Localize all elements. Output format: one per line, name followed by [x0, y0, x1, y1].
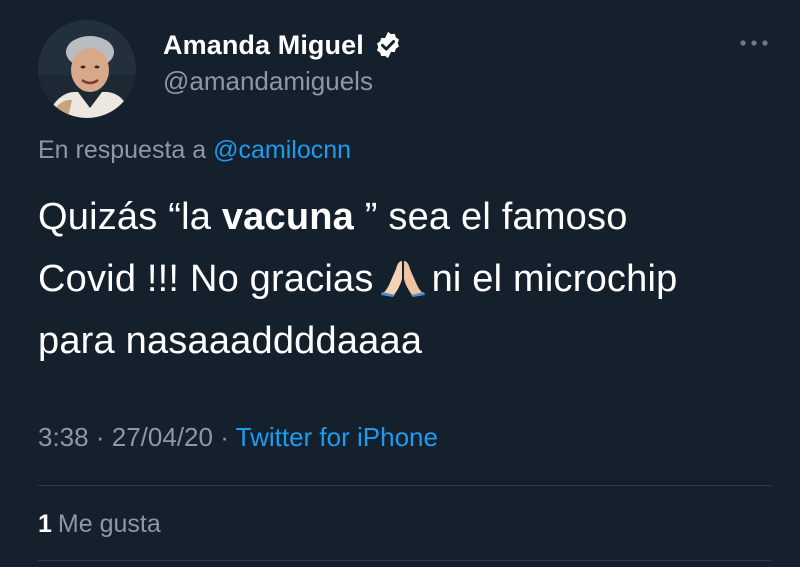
meta-separator: · [95, 422, 105, 452]
reply-context: En respuesta a @camilocnn [38, 136, 351, 165]
tweet-time[interactable]: 3:38 [38, 422, 89, 452]
tweet-metadata: 3:38 · 27/04/20 · Twitter for iPhone [38, 422, 438, 453]
divider [38, 560, 772, 561]
tweet-date[interactable]: 27/04/20 [112, 422, 213, 452]
divider [38, 485, 772, 486]
avatar[interactable] [38, 20, 136, 118]
likes-count: 1 [38, 510, 52, 538]
tweet-text-line1-start: Quizás “la [38, 196, 222, 238]
tweet-text-line1-end: ” sea el famoso [354, 196, 628, 238]
folded-hands-emoji-icon [380, 254, 426, 297]
tweet-card: Amanda Miguel @amandamiguels En respuest… [0, 0, 800, 567]
likes-row[interactable]: 1 Me gusta [38, 510, 161, 539]
author-name-row[interactable]: Amanda Miguel [163, 26, 403, 64]
tweet-source-link[interactable]: Twitter for iPhone [236, 422, 438, 452]
reply-mention-link[interactable]: @camilocnn [213, 136, 351, 164]
reply-prefix: En respuesta a [38, 136, 207, 164]
tweet-text-line2-start: Covid !!! No gracias [38, 258, 374, 300]
tweet-text-line3: para nasaaaddddaaaa [38, 320, 423, 362]
likes-label: Me gusta [57, 510, 161, 538]
tweet-text: Quizás “la vacuna ” sea el famoso Covid … [38, 186, 778, 372]
verified-badge-icon [373, 30, 403, 60]
more-options-icon[interactable] [736, 36, 772, 50]
author-display-name[interactable]: Amanda Miguel [163, 30, 364, 61]
meta-separator: · [220, 422, 229, 452]
tweet-text-bold-word: vacuna [221, 196, 354, 238]
tweet-text-line2-end: ni el microchip [431, 258, 678, 300]
author-handle[interactable]: @amandamiguels [163, 66, 373, 97]
